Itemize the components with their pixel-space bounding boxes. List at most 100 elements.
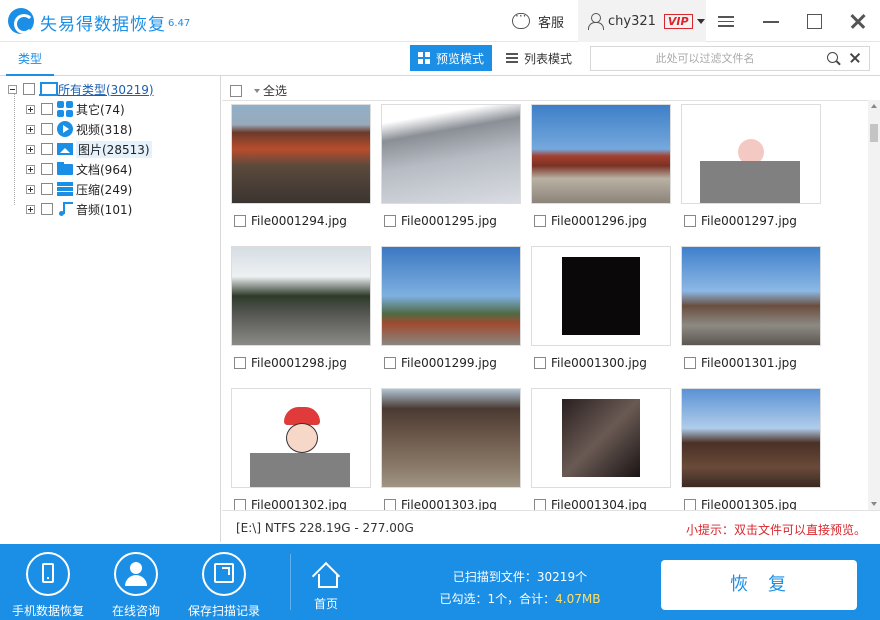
expand-icon[interactable] <box>26 144 35 154</box>
close-icon[interactable] <box>849 12 867 30</box>
checkbox[interactable] <box>384 499 396 510</box>
collapse-icon[interactable] <box>8 84 17 94</box>
customer-service-button[interactable]: 客服 <box>512 0 564 42</box>
tree-item-label: 图片(28513) <box>76 140 152 158</box>
tree-item-document[interactable]: 文档(964) <box>26 159 132 179</box>
tree-item-audio[interactable]: 音频(101) <box>26 199 132 219</box>
checkbox[interactable] <box>41 183 53 195</box>
scanned-count: 30219个 <box>536 570 588 584</box>
scroll-up-icon[interactable] <box>871 104 877 108</box>
file-type-tree: 所有类型(30219) 其它(74) 视频(318) 图片(28513) 文档(… <box>0 76 221 542</box>
file-item[interactable]: File0001300.jpg <box>534 356 647 370</box>
file-item[interactable]: File0001298.jpg <box>234 356 347 370</box>
chevron-down-icon[interactable] <box>696 18 705 24</box>
list-mode-button[interactable]: 列表模式 <box>498 45 580 71</box>
clear-icon[interactable] <box>849 52 861 64</box>
picture-icon <box>57 141 73 157</box>
checkbox[interactable] <box>234 499 246 510</box>
user-icon <box>588 13 604 30</box>
tree-root[interactable]: 所有类型(30219) <box>8 79 154 99</box>
file-item[interactable]: File0001305.jpg <box>684 498 797 510</box>
thumbnail[interactable] <box>531 388 671 488</box>
expand-icon[interactable] <box>26 184 35 194</box>
search-icon[interactable] <box>827 52 838 63</box>
file-item[interactable]: File0001297.jpg <box>684 214 797 228</box>
preview-mode-button[interactable]: 预览模式 <box>410 45 493 71</box>
expand-icon[interactable] <box>26 164 35 174</box>
thumbnail[interactable] <box>531 246 671 346</box>
file-item[interactable]: File0001301.jpg <box>684 356 797 370</box>
checkbox[interactable] <box>384 215 396 227</box>
checkbox[interactable] <box>41 123 53 135</box>
vertical-scrollbar[interactable] <box>868 100 880 510</box>
thumbnail[interactable] <box>231 104 371 204</box>
status-bar: [E:\] NTFS 228.19G - 277.00G 小提示：双击文件可以直… <box>222 510 880 544</box>
caret-down-icon[interactable] <box>254 88 260 93</box>
file-item[interactable]: File0001303.jpg <box>384 498 497 510</box>
online-consult-button[interactable]: 在线咨询 <box>96 544 176 620</box>
filter-input[interactable] <box>595 50 815 67</box>
file-item[interactable]: File0001295.jpg <box>384 214 497 228</box>
tree-item-archive[interactable]: 压缩(249) <box>26 179 132 199</box>
save-scan-button[interactable]: 保存扫描记录 <box>184 544 264 620</box>
home-button[interactable]: 首页 <box>300 595 352 612</box>
scroll-thumb[interactable] <box>870 124 878 142</box>
thumbnail[interactable] <box>381 246 521 346</box>
thumbnail[interactable] <box>531 104 671 204</box>
file-item[interactable]: File0001296.jpg <box>534 214 647 228</box>
checkbox[interactable] <box>41 163 53 175</box>
checkbox[interactable] <box>230 84 242 97</box>
maximize-icon[interactable] <box>805 12 823 30</box>
checkbox[interactable] <box>534 499 546 510</box>
file-item[interactable]: File0001302.jpg <box>234 498 347 510</box>
minimize-icon[interactable] <box>762 12 780 30</box>
file-item[interactable]: File0001304.jpg <box>534 498 647 510</box>
tree-item-video[interactable]: 视频(318) <box>26 119 132 139</box>
checkbox[interactable] <box>534 357 546 369</box>
thumbnail[interactable] <box>381 388 521 488</box>
thumbnail[interactable] <box>231 388 371 488</box>
app-version: 6.47 <box>168 18 191 29</box>
checkbox[interactable] <box>234 215 246 227</box>
file-item[interactable]: File0001299.jpg <box>384 356 497 370</box>
checkbox[interactable] <box>41 103 53 115</box>
thumbnail[interactable] <box>681 104 821 204</box>
scroll-down-icon[interactable] <box>871 502 877 506</box>
checkbox[interactable] <box>684 357 696 369</box>
checkbox[interactable] <box>41 203 53 215</box>
tree-item-other[interactable]: 其它(74) <box>26 99 125 119</box>
checkbox[interactable] <box>684 499 696 510</box>
recover-button[interactable]: 恢复 <box>661 560 857 610</box>
user-menu[interactable]: chy321 VIP <box>578 0 706 42</box>
selected-label: 已勾选：1个，合计： <box>439 592 556 606</box>
expand-icon[interactable] <box>26 204 35 214</box>
tree-item-picture[interactable]: 图片(28513) <box>26 139 152 159</box>
checkbox[interactable] <box>384 357 396 369</box>
thumbnail[interactable] <box>231 246 371 346</box>
checkbox[interactable] <box>23 83 35 95</box>
divider <box>222 100 868 101</box>
folder-icon <box>57 161 73 177</box>
tree-item-label: 视频(318) <box>76 122 133 137</box>
thumbnail[interactable] <box>381 104 521 204</box>
checkbox[interactable] <box>684 215 696 227</box>
expand-icon[interactable] <box>26 124 35 134</box>
tab-type[interactable]: 类型 <box>6 42 54 76</box>
vip-badge: VIP <box>663 13 693 29</box>
checkbox[interactable] <box>41 143 53 155</box>
expand-icon[interactable] <box>26 104 35 114</box>
checkbox[interactable] <box>234 357 246 369</box>
username: chy321 <box>608 13 656 29</box>
checkbox[interactable] <box>534 215 546 227</box>
menu-icon[interactable] <box>718 13 736 31</box>
video-icon <box>57 121 73 137</box>
phone-recovery-button[interactable]: 手机数据恢复 <box>8 544 88 620</box>
file-name: File0001304.jpg <box>551 498 647 510</box>
thumbnail[interactable] <box>681 388 821 488</box>
home-icon[interactable] <box>312 562 340 588</box>
select-all[interactable]: 全选 <box>230 82 287 99</box>
preview-grid: 全选 File0001294.jpg File0001295.jpg File0… <box>222 76 880 510</box>
file-item[interactable]: File0001294.jpg <box>234 214 347 228</box>
tree-root-label[interactable]: 所有类型(30219) <box>58 81 154 98</box>
thumbnail[interactable] <box>681 246 821 346</box>
